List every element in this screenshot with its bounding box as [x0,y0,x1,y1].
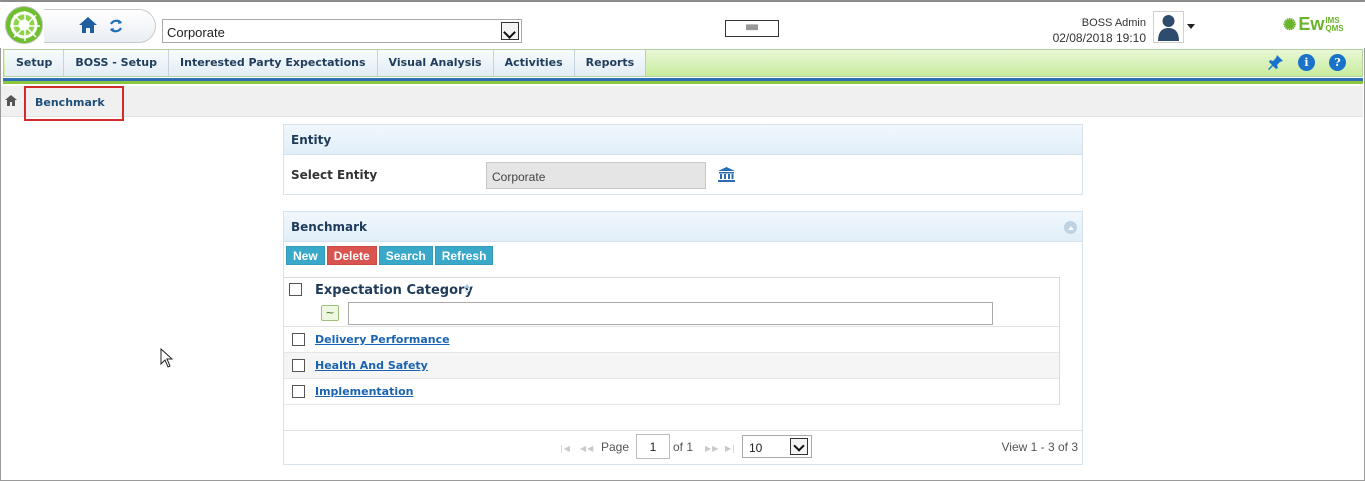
header-divider-green [3,81,1363,84]
grid-toolbar: New Delete Search Refresh [286,246,494,265]
grid-pager: |◀ ◀◀ Page 1 of 1 ▶▶ ▶| 10 View 1 - 3 of… [284,430,1082,464]
row-link[interactable]: Delivery Performance [315,333,450,346]
table-row: Delivery Performance [284,327,1059,353]
grid-header: Expectation Category [284,278,1059,300]
filter-operator-button[interactable]: ~ [321,305,339,321]
home-toolbar [44,9,156,43]
next-page-icon[interactable]: ▶▶ [705,444,719,453]
mini-widget-box: ▒▒▒▒ [725,20,779,37]
last-page-icon[interactable]: ▶| [725,444,736,453]
nav-item-boss-setup[interactable]: BOSS - Setup [64,50,170,76]
user-menu-caret-icon[interactable] [1187,24,1195,29]
avatar[interactable] [1153,11,1184,43]
nav-menu: Setup BOSS - Setup Interested Party Expe… [5,50,647,76]
chevron-down-icon[interactable] [790,438,808,455]
refresh-icon[interactable] [108,18,124,37]
breadcrumb-current-label: Benchmark [35,96,105,109]
nav-item-reports[interactable]: Reports [575,50,646,76]
help-icon[interactable]: ? [1329,54,1346,71]
brand-logo: ✺ Ew IMS QMS [1283,14,1344,35]
delete-button[interactable]: Delete [326,246,377,265]
search-button[interactable]: Search [378,246,433,265]
current-datetime: 02/08/2018 19:10 [1052,31,1146,45]
breadcrumb-home-icon[interactable] [5,95,17,109]
pin-icon[interactable] [1267,54,1284,74]
first-page-icon[interactable]: |◀ [560,444,571,453]
brand-star-icon: ✺ [1283,16,1297,34]
entity-select-row: Select Entity Corporate [284,155,1082,195]
breadcrumb-current[interactable]: Benchmark [24,86,124,121]
page-size-select[interactable]: 10 [742,435,812,458]
row-checkbox[interactable] [292,333,305,346]
page-label: Page [601,440,630,454]
brand-sub: IMS QMS [1325,16,1344,33]
benchmark-panel-title: Benchmark [291,220,367,234]
benchmark-panel-header: Benchmark [284,212,1082,242]
filter-input[interactable] [348,302,993,325]
nav-item-activities[interactable]: Activities [494,50,575,76]
user-name: BOSS Admin [1081,17,1146,29]
select-all-checkbox[interactable] [289,283,302,296]
entity-dropdown-value: Corporate [167,25,225,40]
table-row: Implementation [284,379,1059,405]
mouse-cursor-icon [160,347,174,371]
row-link[interactable]: Implementation [315,385,414,398]
new-button[interactable]: New [286,246,325,265]
app-logo-icon[interactable] [5,6,43,44]
home-icon[interactable] [78,16,98,37]
select-entity-field[interactable]: Corporate [486,162,706,189]
nav-item-setup[interactable]: Setup [5,50,65,76]
page-total-label: of 1 [673,440,694,454]
nav-item-interested-party-expectations[interactable]: Interested Party Expectations [169,50,378,76]
page-size-value: 10 [749,441,763,455]
info-icon[interactable]: i [1298,54,1315,71]
row-checkbox[interactable] [292,385,305,398]
mini-widget: ▒▒▒▒ [717,18,787,42]
view-records-text: View 1 - 3 of 3 [1001,440,1079,454]
nav-right-icons: i ? [1267,54,1346,74]
brand-sub-bottom: QMS [1325,23,1344,33]
table-row: Health And Safety [284,353,1059,379]
select-entity-label: Select Entity [291,168,378,182]
filter-row: ~ [284,300,1059,327]
benchmark-panel: Benchmark New Delete Search Refresh Expe… [283,211,1083,465]
app-header: Corporate ▒▒▒▒ BOSS Admin 02/08/2018 19:… [0,2,1365,48]
entity-picker-icon[interactable] [718,167,735,185]
chevron-down-icon[interactable] [501,22,519,40]
collapse-icon[interactable] [1064,221,1077,234]
breadcrumb: Benchmark [1,86,1363,121]
sort-icon[interactable] [464,284,471,295]
column-header-expectation-category[interactable]: Expectation Category [315,283,473,298]
row-link[interactable]: Health And Safety [315,359,428,372]
refresh-button[interactable]: Refresh [434,246,494,265]
benchmark-grid: Expectation Category ~ Delivery Performa… [284,277,1060,405]
entity-panel-title: Entity [284,125,1082,155]
prev-page-icon[interactable]: ◀◀ [580,444,594,453]
entity-panel: Entity Select Entity Corporate [283,124,1083,195]
entity-dropdown[interactable]: Corporate [162,19,522,43]
main-nav: Setup BOSS - Setup Interested Party Expe… [3,49,1363,77]
row-checkbox[interactable] [292,359,305,372]
brand-main: Ew [1298,14,1325,34]
nav-item-visual-analysis[interactable]: Visual Analysis [378,50,494,76]
page-number-input[interactable]: 1 [636,434,670,459]
